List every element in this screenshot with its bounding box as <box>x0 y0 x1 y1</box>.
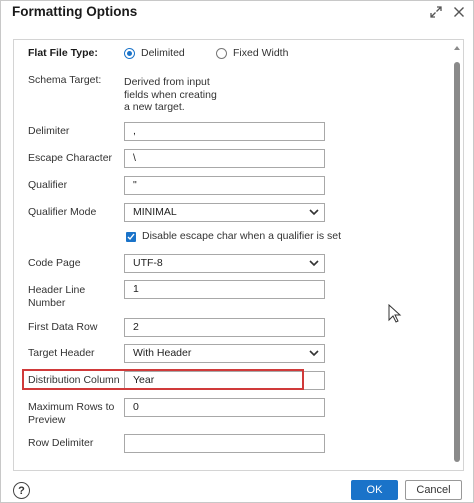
dialog-title: Formatting Options <box>12 4 138 19</box>
delimiter-label: Delimiter <box>28 125 70 137</box>
delimiter-input[interactable]: , <box>124 122 325 141</box>
maximum-rows-to-preview-label: Maximum Rows to Preview <box>28 401 114 426</box>
help-icon[interactable]: ? <box>13 482 30 499</box>
scroll-up-icon[interactable] <box>454 46 460 50</box>
qualifier-mode-label: Qualifier Mode <box>28 206 97 218</box>
escape-character-input[interactable]: \ <box>124 149 325 168</box>
row-delimiter-input[interactable] <box>124 434 325 453</box>
cancel-button[interactable]: Cancel <box>405 480 462 500</box>
label-line: Number <box>28 296 66 309</box>
mouse-cursor-icon <box>388 304 402 323</box>
chevron-down-icon <box>309 209 319 216</box>
radio-fixed-width-label[interactable]: Fixed Width <box>233 47 288 59</box>
disable-escape-label[interactable]: Disable escape char when a qualifier is … <box>142 230 341 242</box>
maximum-rows-to-preview-input[interactable]: 0 <box>124 398 325 417</box>
chevron-down-icon <box>309 260 319 267</box>
code-page-value: UTF-8 <box>133 257 163 269</box>
expand-arrows-icon[interactable] <box>427 3 445 21</box>
schema-target-value: Derived from input fields when creating … <box>124 76 224 114</box>
formatting-options-dialog: Formatting Options Flat File Type: Delim… <box>0 0 474 503</box>
code-page-select[interactable]: UTF-8 <box>124 254 325 273</box>
disable-escape-checkbox[interactable] <box>126 232 136 242</box>
qualifier-input[interactable]: " <box>124 176 325 195</box>
label-line: Header Line <box>28 284 86 296</box>
options-panel: Flat File Type: Delimited Fixed Width Sc… <box>13 39 464 471</box>
schema-target-line: Derived from input <box>124 76 210 88</box>
flat-file-type-label: Flat File Type: <box>28 47 98 59</box>
first-data-row-input[interactable]: 2 <box>124 318 325 337</box>
dialog-titlebar: Formatting Options <box>1 1 473 29</box>
first-data-row-label: First Data Row <box>28 321 98 333</box>
radio-delimited[interactable] <box>124 48 135 59</box>
target-header-value: With Header <box>133 347 192 359</box>
qualifier-label: Qualifier <box>28 179 68 191</box>
chevron-down-icon <box>309 350 319 357</box>
target-header-select[interactable]: With Header <box>124 344 325 363</box>
qualifier-mode-select[interactable]: MINIMAL <box>124 203 325 222</box>
schema-target-line: fields when creating <box>124 88 217 101</box>
escape-character-label: Escape Character <box>28 152 113 164</box>
header-line-number-label: Header Line Number <box>28 284 85 309</box>
ok-button[interactable]: OK <box>351 480 398 500</box>
qualifier-mode-value: MINIMAL <box>133 206 177 218</box>
label-line: Maximum Rows to <box>28 401 115 413</box>
vertical-scrollbar[interactable] <box>454 62 460 462</box>
code-page-label: Code Page <box>28 257 81 269</box>
radio-fixed-width[interactable] <box>216 48 227 59</box>
row-delimiter-label: Row Delimiter <box>28 437 94 449</box>
checkmark-icon <box>127 233 135 241</box>
target-header-label: Target Header <box>28 347 95 359</box>
header-line-number-input[interactable]: 1 <box>124 280 325 299</box>
schema-target-line: a new target. <box>124 101 185 113</box>
schema-target-label: Schema Target: <box>28 74 102 86</box>
close-icon[interactable] <box>450 3 468 21</box>
distribution-column-highlight <box>22 369 304 390</box>
radio-delimited-label[interactable]: Delimited <box>141 47 185 59</box>
label-line: Preview <box>28 413 66 426</box>
